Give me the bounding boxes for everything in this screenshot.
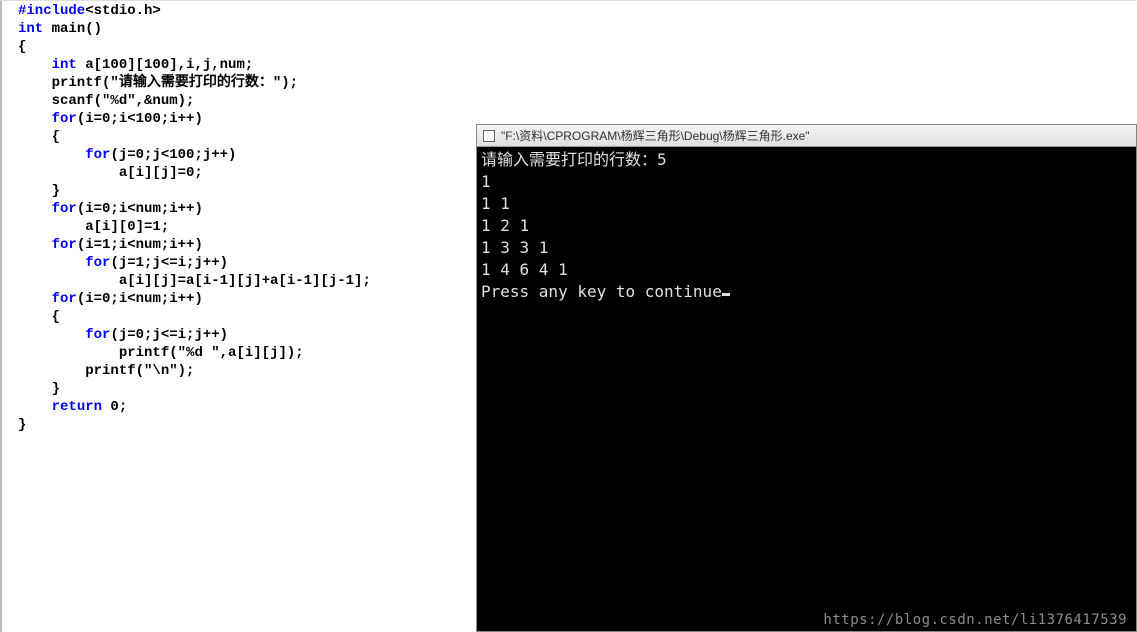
code-token: [18, 255, 85, 271]
code-token: [18, 291, 52, 307]
code-token: for: [52, 201, 77, 217]
cursor: [722, 293, 730, 296]
code-line: {: [18, 128, 371, 146]
code-line: for(j=0;j<100;j++): [18, 146, 371, 164]
code-token: [18, 57, 52, 73]
console-line: 1 1: [481, 193, 1132, 215]
code-line: }: [18, 182, 371, 200]
code-token: "\n": [144, 363, 178, 379]
code-token: );: [281, 75, 298, 91]
code-token: ,a[i][j]);: [220, 345, 304, 361]
code-token: ,&num);: [136, 93, 195, 109]
code-line: }: [18, 416, 371, 434]
code-line: {: [18, 38, 371, 56]
code-token: "%d ": [178, 345, 220, 361]
code-token: a[i][0]=1;: [18, 219, 169, 235]
code-token: #include: [18, 3, 85, 19]
code-line: scanf("%d",&num);: [18, 92, 371, 110]
code-token: printf(: [18, 75, 110, 91]
code-token: return: [52, 399, 111, 415]
console-window: "F:\资料\CPROGRAM\杨辉三角形\Debug\杨辉三角形.exe" 请…: [476, 124, 1137, 632]
code-token: [18, 147, 85, 163]
watermark: https://blog.csdn.net/li1376417539: [823, 612, 1127, 628]
code-token: }: [18, 183, 60, 199]
code-line: printf("\n");: [18, 362, 371, 380]
code-token: for: [52, 291, 77, 307]
console-body[interactable]: 请输入需要打印的行数：511 11 2 11 3 3 11 4 6 4 1Pre…: [477, 147, 1136, 305]
code-token: "请输入需要打印的行数：": [110, 75, 281, 91]
code-line: a[i][j]=a[i-1][j]+a[i-1][j-1];: [18, 272, 371, 290]
code-token: [18, 201, 52, 217]
code-token: [18, 327, 85, 343]
top-rule: [0, 0, 1137, 1]
code-token: a[100][100],i,j,num;: [85, 57, 253, 73]
code-token: int: [52, 57, 86, 73]
code-token: 0;: [110, 399, 127, 415]
code-token: {: [18, 129, 60, 145]
code-line: a[i][0]=1;: [18, 218, 371, 236]
code-token: }: [18, 381, 60, 397]
code-token: );: [178, 363, 195, 379]
code-token: main(): [52, 21, 102, 37]
code-line: for(i=0;i<100;i++): [18, 110, 371, 128]
code-token: for: [85, 255, 110, 271]
console-titlebar[interactable]: "F:\资料\CPROGRAM\杨辉三角形\Debug\杨辉三角形.exe": [477, 125, 1136, 147]
console-line: 1: [481, 171, 1132, 193]
code-token: (j=0;j<=i;j++): [110, 327, 228, 343]
code-line: }: [18, 380, 371, 398]
code-editor[interactable]: #include<stdio.h>int main(){ int a[100][…: [18, 2, 371, 434]
code-line: for(j=0;j<=i;j++): [18, 326, 371, 344]
code-token: (i=0;i<num;i++): [77, 291, 203, 307]
code-token: printf(: [18, 363, 144, 379]
console-line: 1 4 6 4 1: [481, 259, 1132, 281]
code-token: for: [52, 237, 77, 253]
code-token: for: [52, 111, 77, 127]
code-token: scanf(: [18, 93, 102, 109]
code-token: {: [18, 39, 26, 55]
code-token: (i=1;i<num;i++): [77, 237, 203, 253]
code-line: {: [18, 308, 371, 326]
console-line: 1 3 3 1: [481, 237, 1132, 259]
code-token: int: [18, 21, 52, 37]
code-token: {: [18, 309, 60, 325]
code-token: for: [85, 147, 110, 163]
code-line: for(j=1;j<=i;j++): [18, 254, 371, 272]
code-line: int a[100][100],i,j,num;: [18, 56, 371, 74]
code-token: [18, 399, 52, 415]
code-token: (i=0;i<num;i++): [77, 201, 203, 217]
code-token: for: [85, 327, 110, 343]
console-title: "F:\资料\CPROGRAM\杨辉三角形\Debug\杨辉三角形.exe": [501, 127, 810, 144]
code-token: <stdio.h>: [85, 3, 161, 19]
console-line: 1 2 1: [481, 215, 1132, 237]
code-line: for(i=0;i<num;i++): [18, 290, 371, 308]
code-line: for(i=1;i<num;i++): [18, 236, 371, 254]
code-token: (j=1;j<=i;j++): [110, 255, 228, 271]
code-token: [18, 237, 52, 253]
code-token: a[i][j]=a[i-1][j]+a[i-1][j-1];: [18, 273, 371, 289]
code-line: a[i][j]=0;: [18, 164, 371, 182]
console-app-icon: [483, 130, 495, 142]
code-token: (i=0;i<100;i++): [77, 111, 203, 127]
code-line: #include<stdio.h>: [18, 2, 371, 20]
code-line: printf("%d ",a[i][j]);: [18, 344, 371, 362]
console-line: Press any key to continue: [481, 281, 1132, 303]
code-token: "%d": [102, 93, 136, 109]
code-line: return 0;: [18, 398, 371, 416]
code-token: (j=0;j<100;j++): [110, 147, 236, 163]
code-line: printf("请输入需要打印的行数：");: [18, 74, 371, 92]
code-line: int main(): [18, 20, 371, 38]
code-line: for(i=0;i<num;i++): [18, 200, 371, 218]
code-token: [18, 111, 52, 127]
code-token: }: [18, 417, 26, 433]
code-token: a[i][j]=0;: [18, 165, 203, 181]
code-token: printf(: [18, 345, 178, 361]
left-rule: [0, 0, 2, 632]
console-line: 请输入需要打印的行数：5: [481, 149, 1132, 171]
